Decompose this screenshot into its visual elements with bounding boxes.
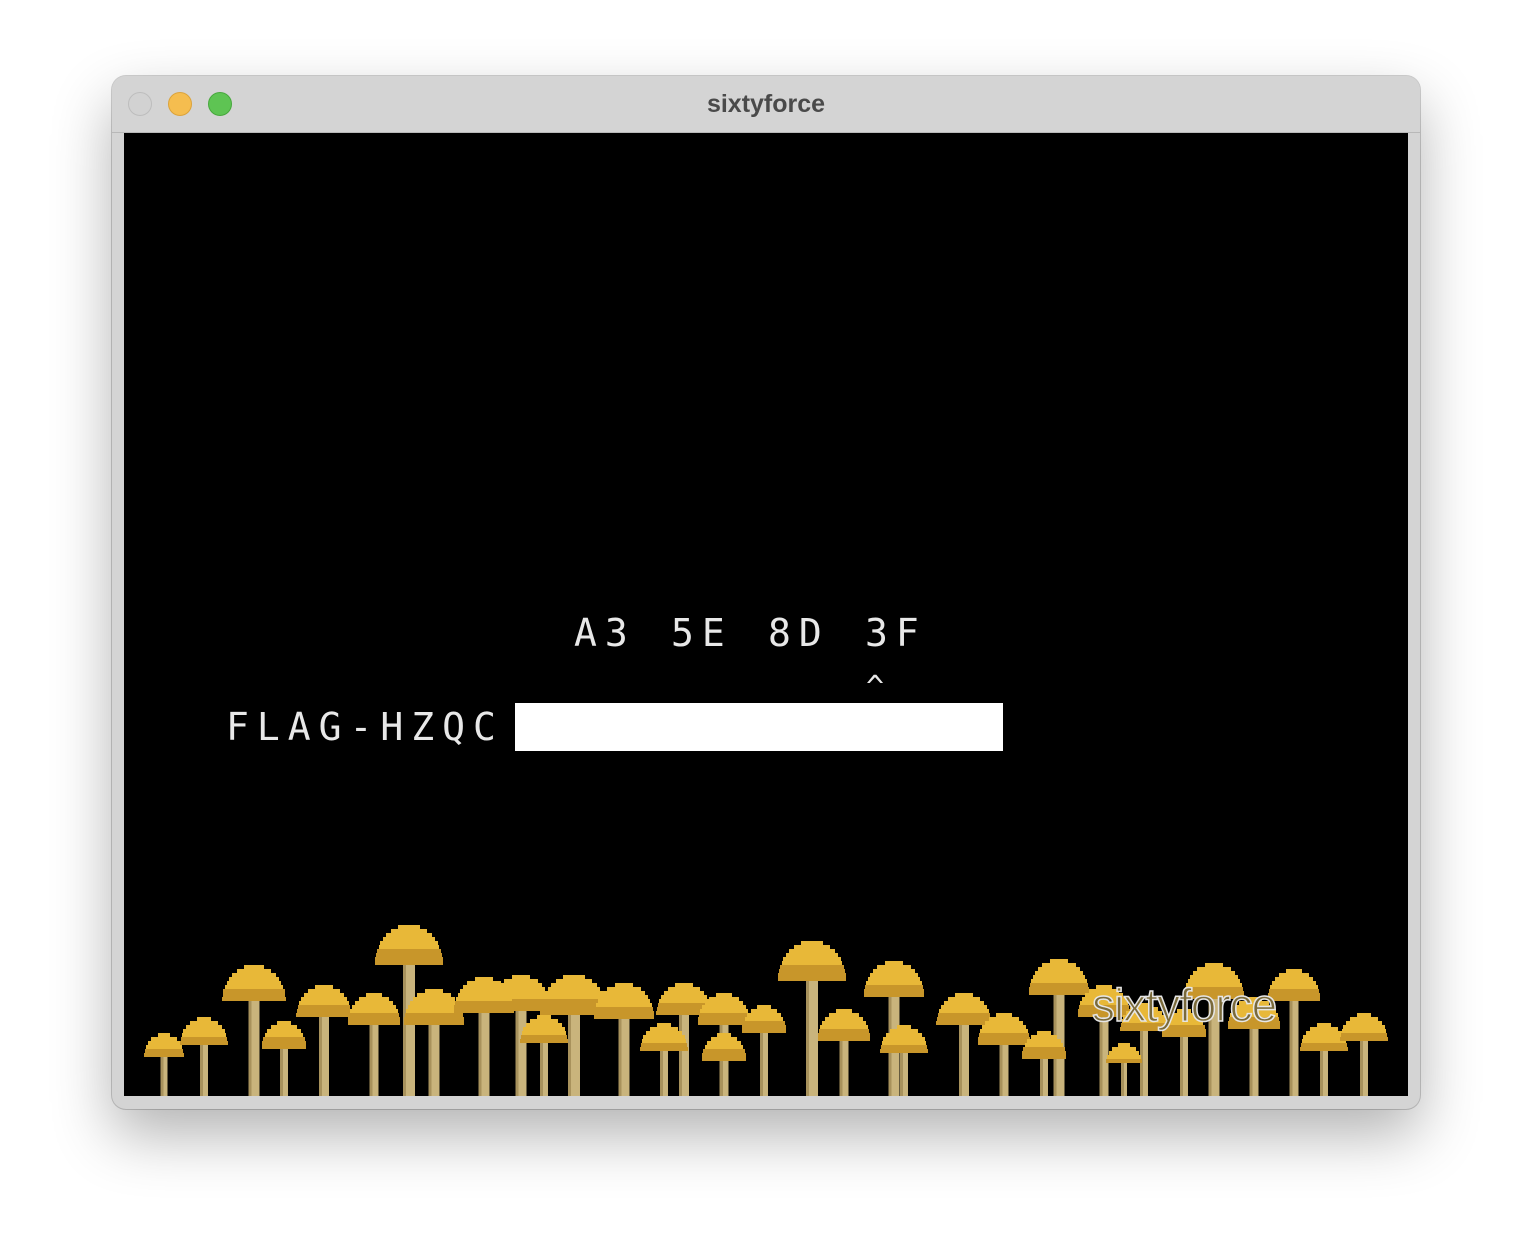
window-title: sixtyforce bbox=[706, 90, 826, 118]
minimize-button[interactable] bbox=[168, 92, 192, 116]
hex-byte: 3F bbox=[865, 611, 927, 655]
hex-byte: 5E bbox=[671, 611, 733, 655]
zoom-button[interactable] bbox=[208, 92, 232, 116]
mushroom-sprite bbox=[144, 1033, 184, 1096]
mushroom-sprite bbox=[818, 1009, 870, 1096]
mushroom-sprite bbox=[1029, 959, 1089, 1096]
close-button[interactable] bbox=[128, 92, 152, 116]
hex-byte-row: A3 5E 8D 3F bbox=[574, 611, 974, 655]
cursor-marker: ^ bbox=[866, 670, 885, 705]
mushroom-sprite bbox=[180, 1017, 228, 1096]
mushroom-sprite bbox=[1106, 1043, 1142, 1096]
sixtyforce-watermark: sixtyforce bbox=[1091, 978, 1278, 1032]
app-window: sixtyforce A3 5E 8D 3F ^ FLAG-HZQC sixty… bbox=[112, 76, 1420, 1109]
hex-byte: 8D bbox=[768, 611, 830, 655]
emulator-screen[interactable]: A3 5E 8D 3F ^ FLAG-HZQC sixtyforce bbox=[124, 133, 1408, 1096]
flag-label: FLAG-HZQC bbox=[226, 705, 504, 749]
mushroom-sprite bbox=[454, 977, 514, 1096]
mushroom-sprite bbox=[702, 1033, 746, 1096]
mushroom-sprite bbox=[880, 1025, 928, 1096]
mushroom-sprite bbox=[1300, 1023, 1348, 1096]
mushroom-sprite bbox=[742, 1005, 786, 1096]
mushroom-sprite bbox=[520, 1015, 568, 1096]
mushroom-sprite bbox=[864, 961, 924, 1096]
mushroom-sprite bbox=[262, 1021, 306, 1096]
flag-input[interactable] bbox=[515, 703, 1003, 751]
title-bar[interactable]: sixtyforce bbox=[112, 76, 1420, 133]
hex-byte: A3 bbox=[574, 611, 636, 655]
mushroom-sprite bbox=[1340, 1013, 1388, 1096]
mushroom-sprite bbox=[348, 993, 400, 1096]
